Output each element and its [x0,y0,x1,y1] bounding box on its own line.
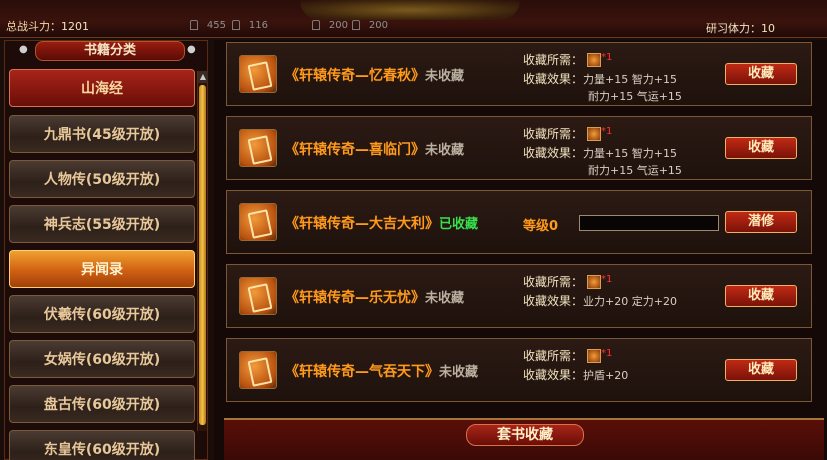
collect-button[interactable]: 收藏 [725,285,797,307]
book-icon [239,351,277,389]
sidebar-title: 书籍分类 [35,41,185,61]
book-icon [239,129,277,167]
locked-slot: 116 [230,18,270,34]
book-item-icon [587,349,602,363]
title-banner-ornament [300,0,520,20]
book-icon [239,203,277,241]
category-jiudingshu[interactable]: 九鼎书(45级开放) [9,115,195,153]
set-collection-panel: 套书收藏 [224,418,824,460]
stamina-value: 10 [761,22,775,35]
top-bar: 总战斗力：1201 455 116 200 200 研习体力：10 [0,0,827,38]
book-level: 等级0 [523,219,559,234]
stamina-label: 研习体力： [706,22,761,35]
book-title: 《轩辕传奇—气吞天下》未收藏 [285,364,479,380]
category-shenbingzhi[interactable]: 神兵志(55级开放) [9,205,195,243]
book-item-icon [587,127,602,141]
category-yiwenlu[interactable]: 异闻录 [9,250,195,288]
locked-slot: 455 [188,18,228,34]
locked-slot: 200 [310,18,350,34]
book-status: 未收藏 [425,291,465,306]
category-shanhaijing[interactable]: 山海经 [9,69,195,107]
category-renwuzhuan[interactable]: 人物传(50级开放) [9,160,195,198]
study-button[interactable]: 潜修 [725,211,797,233]
collect-effect: 收藏效果：业力+20 定力+20 [523,294,677,308]
book-row: 《轩辕传奇—大吉大利》已收藏 等级0 潜修 [226,190,812,254]
book-title: 《轩辕传奇—大吉大利》已收藏 [285,216,479,232]
book-item-icon [587,275,602,289]
total-power: 总战斗力：1201 [6,18,89,34]
collect-effect: 收藏效果：力量+15 智力+15 耐力+15 气运+15 [523,146,682,177]
lock-icon [190,20,198,30]
category-nvwazhuan[interactable]: 女娲传(60级开放) [9,340,195,378]
locked-slot: 200 [350,18,390,34]
book-row: 《轩辕传奇—气吞天下》未收藏 收藏所需： *1 收藏效果：护盾+20 收藏 [226,338,812,402]
book-title: 《轩辕传奇—乐无忧》未收藏 [285,290,465,306]
book-status: 未收藏 [425,143,465,158]
category-panguzhuan[interactable]: 盘古传(60级开放) [9,385,195,423]
collect-button[interactable]: 收藏 [725,63,797,85]
book-title: 《轩辕传奇—忆春秋》未收藏 [285,68,465,84]
lock-icon [352,20,360,30]
category-donghuangzhuan[interactable]: 东皇传(60级开放) [9,430,195,460]
category-sidebar: ● 书籍分类 ● 山海经 九鼎书(45级开放) 人物传(50级开放) 神兵志(5… [4,40,208,460]
book-item-icon [587,53,602,67]
book-status: 未收藏 [425,69,465,84]
lock-icon [232,20,240,30]
collect-effect: 收藏效果：护盾+20 [523,368,629,382]
book-icon [239,277,277,315]
book-title: 《轩辕传奇—喜临门》未收藏 [285,142,465,158]
collect-button[interactable]: 收藏 [725,359,797,381]
collect-requirement: 收藏所需： *1 [523,126,613,141]
total-power-label: 总战斗力： [6,20,61,33]
scroll-up-icon[interactable]: ▲ [198,71,208,83]
collect-requirement: 收藏所需： *1 [523,274,613,289]
book-row: 《轩辕传奇—忆春秋》未收藏 收藏所需： *1 收藏效果：力量+15 智力+15 耐力… [226,42,812,106]
decor-dot-icon: ● [19,44,28,55]
book-row: 《轩辕传奇—喜临门》未收藏 收藏所需： *1 收藏效果：力量+15 智力+15 耐力… [226,116,812,180]
sidebar-scrollbar[interactable]: ▲ [197,71,208,431]
category-fuxizhuan[interactable]: 伏羲传(60级开放) [9,295,195,333]
level-progress-bar [579,215,719,231]
decor-dot-icon: ● [187,44,196,55]
collect-button[interactable]: 收藏 [725,137,797,159]
book-list-panel: 《轩辕传奇—忆春秋》未收藏 收藏所需： *1 收藏效果：力量+15 智力+15 耐力… [214,40,827,460]
lock-icon [312,20,320,30]
study-stamina: 研习体力：10 [706,20,775,36]
collect-effect: 收藏效果：力量+15 智力+15 耐力+15 气运+15 [523,72,682,103]
book-row: 《轩辕传奇—乐无忧》未收藏 收藏所需： *1 收藏效果：业力+20 定力+20 收… [226,264,812,328]
scroll-thumb[interactable] [199,85,206,425]
collect-requirement: 收藏所需： *1 [523,348,613,363]
total-power-value: 1201 [61,20,89,33]
collect-requirement: 收藏所需： *1 [523,52,613,67]
set-collection-title: 套书收藏 [466,424,584,446]
book-status: 未收藏 [439,365,479,380]
book-status: 已收藏 [439,217,479,232]
book-icon [239,55,277,93]
